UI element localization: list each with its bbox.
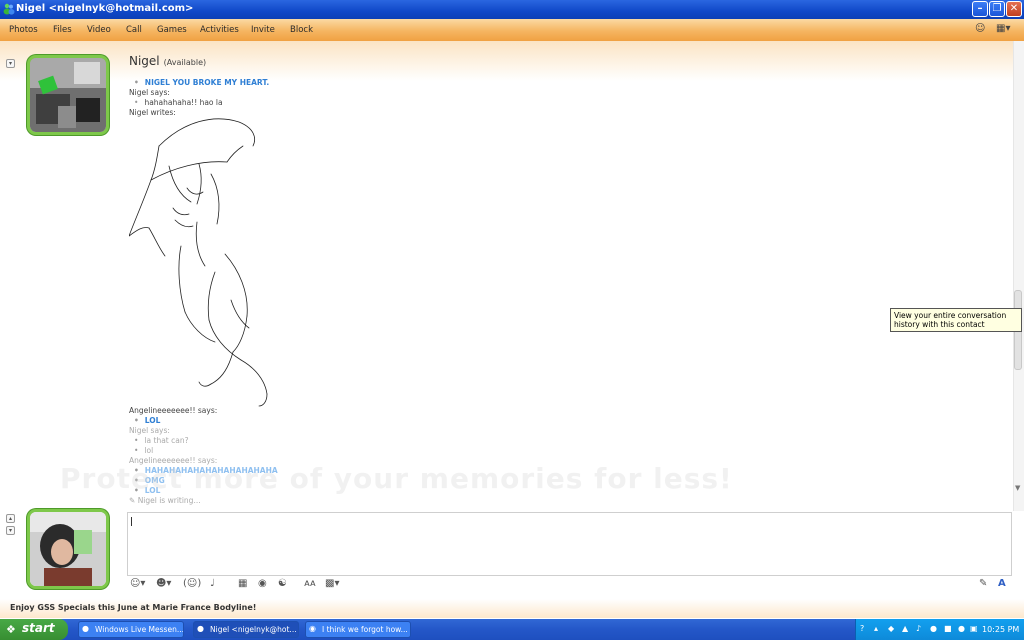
taskbar-item-conversation[interactable]: ● Nigel <nigelnyk@hot...: [193, 621, 299, 638]
menu-video[interactable]: Video: [87, 25, 111, 35]
menu-invite[interactable]: Invite: [251, 25, 275, 35]
handwriting-icon[interactable]: ✎: [979, 578, 987, 589]
compose-toolbar: ☺▾ ☻▾ (☺) ♩ ▦ ◉ ☯ ᴀᴀ ▩▾ ✎ A: [127, 578, 1017, 594]
watermark-text: Protect more of your memories for less!: [60, 462, 733, 495]
window-title: Nigel <nigelnyk@hotmail.com>: [16, 3, 194, 14]
close-button[interactable]: ✕: [1006, 1, 1022, 17]
start-button[interactable]: ❖ start: [0, 619, 68, 640]
taskbar-item-firefox[interactable]: ◉ I think we forgot how...: [305, 621, 411, 638]
contact-name-line: Nigel (Available): [129, 54, 206, 68]
menu-block[interactable]: Block: [290, 25, 313, 35]
menu-files[interactable]: Files: [53, 25, 72, 35]
toolbar-options-icon[interactable]: ▦▾: [996, 23, 1010, 34]
collapse-contact-button[interactable]: ▾: [6, 59, 15, 68]
typing-indicator: ✎ Nigel is writing...: [129, 496, 201, 505]
menu-photos[interactable]: Photos: [9, 25, 38, 35]
menu-call[interactable]: Call: [126, 25, 142, 35]
smiley-status-icon[interactable]: ☺: [975, 23, 985, 34]
message-text: NIGEL YOU BROKE MY HEART.: [129, 78, 269, 87]
system-tray: ? ▴ ◆ ▲ ♪ ● ■ ● ▣ 10:25 PM: [855, 619, 1024, 640]
messenger-icon: ●: [197, 624, 204, 633]
contact-photo: [30, 58, 106, 132]
taskbar-item-label: I think we forgot how...: [322, 625, 408, 634]
taskbar-item-label: Nigel <nigelnyk@hot...: [210, 625, 297, 634]
message-text: la that can?: [129, 436, 188, 445]
emoticon-icon[interactable]: ☺▾: [130, 578, 145, 589]
message-text: LOL: [129, 416, 161, 425]
antivirus-icon[interactable]: ■: [944, 624, 952, 633]
wink-icon[interactable]: ☻▾: [156, 578, 171, 589]
text-cursor: [131, 517, 132, 526]
minimize-icon: –: [977, 3, 983, 14]
safely-remove-icon[interactable]: ▲: [902, 624, 908, 633]
messenger-tray-icon[interactable]: ●: [930, 624, 937, 633]
font-size-icon[interactable]: ᴀᴀ: [304, 578, 316, 589]
sender-line: Nigel says:: [129, 426, 170, 435]
game-icon[interactable]: ☯: [278, 578, 287, 589]
advertisement-bar[interactable]: Enjoy GSS Specials this June at Marie Fr…: [0, 599, 1024, 618]
background-icon[interactable]: ▦: [238, 578, 247, 589]
contact-status: (Available): [163, 58, 207, 67]
color-icon[interactable]: ▩▾: [325, 578, 339, 589]
sender-line: Angelineeeeeee!! says:: [129, 406, 218, 415]
menu-bar: Photos Files Video Call Games Activities…: [0, 19, 1024, 41]
advertisement-text[interactable]: Enjoy GSS Specials this June at Marie Fr…: [10, 603, 256, 612]
font-icon[interactable]: A: [998, 578, 1006, 589]
maximize-icon: ❐: [992, 3, 1002, 14]
maximize-button[interactable]: ❐: [989, 1, 1005, 17]
start-label: start: [22, 621, 55, 635]
menu-activities[interactable]: Activities: [200, 25, 239, 35]
voice-clip-icon[interactable]: ♩: [210, 578, 215, 589]
windows-logo-icon: ❖: [6, 623, 16, 636]
history-tooltip: View your entire conversation history wi…: [890, 308, 1022, 332]
contact-avatar[interactable]: [27, 55, 109, 135]
collapse-self-button[interactable]: ▾: [6, 526, 15, 535]
contact-name: Nigel: [129, 54, 160, 68]
history-scrollbar[interactable]: [1013, 41, 1024, 511]
title-bar: Nigel <nigelnyk@hotmail.com> – ❐ ✕: [0, 0, 1024, 19]
pencil-icon: ✎: [129, 496, 136, 505]
taskbar-item-messenger[interactable]: ● Windows Live Messen...: [78, 621, 184, 638]
update-icon[interactable]: ●: [958, 624, 965, 633]
clock: 10:25 PM: [982, 625, 1020, 634]
volume-icon[interactable]: ♪: [916, 624, 921, 633]
menu-games[interactable]: Games: [157, 25, 187, 35]
handwriting-drawing: [129, 118, 268, 407]
taskbar-item-label: Windows Live Messen...: [95, 625, 184, 634]
sender-line: Nigel says:: [129, 88, 170, 97]
network-icon[interactable]: ▴: [874, 624, 878, 633]
messenger-icon: [3, 3, 15, 15]
minimize-button[interactable]: –: [972, 1, 988, 17]
collapse-up-button[interactable]: ▴: [6, 514, 15, 523]
nudge-icon[interactable]: (☺): [183, 578, 201, 589]
webcam-icon[interactable]: ◉: [258, 578, 267, 589]
firefox-icon: ◉: [309, 624, 316, 633]
taskbar: ❖ start ● Windows Live Messen... ● Nigel…: [0, 619, 1024, 640]
message-input[interactable]: [127, 512, 1012, 576]
shield-icon[interactable]: ◆: [888, 624, 894, 633]
self-avatar[interactable]: [27, 509, 109, 589]
help-icon[interactable]: ?: [860, 624, 864, 633]
self-photo: [30, 512, 106, 586]
messenger-icon: ●: [82, 624, 89, 633]
scroll-down-icon[interactable]: ▼: [1015, 484, 1020, 492]
typing-text: Nigel is writing...: [137, 496, 201, 505]
message-text: lol: [129, 446, 153, 455]
mcafee-icon[interactable]: ▣: [970, 624, 978, 633]
message-text: hahahahaha!! hao la: [129, 98, 222, 107]
close-icon: ✕: [1009, 3, 1019, 14]
